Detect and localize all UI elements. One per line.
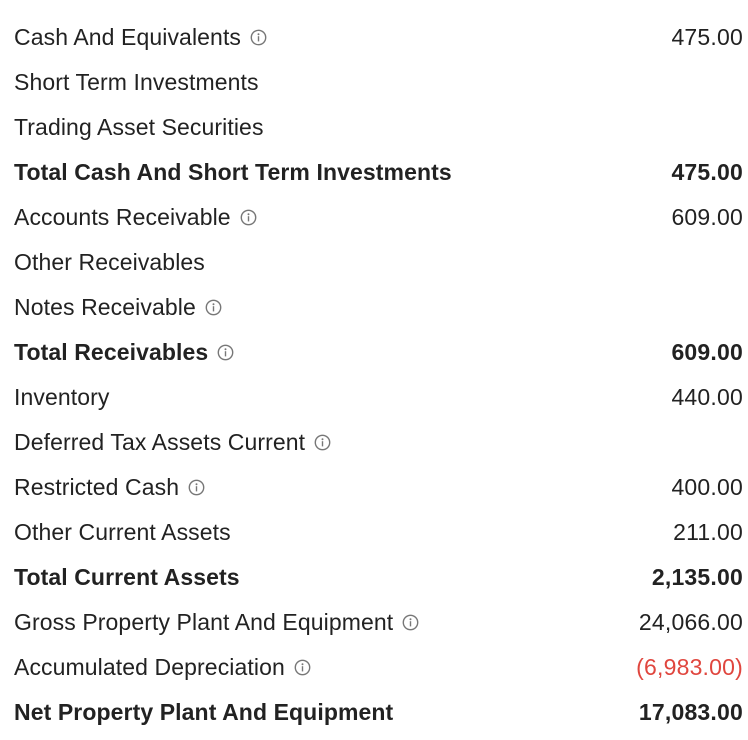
row-label-group: Accumulated Depreciation: [14, 654, 311, 681]
row-label-group: Total Cash And Short Term Investments: [14, 159, 452, 186]
row-label-group: Cash And Equivalents: [14, 24, 267, 51]
row-label: Short Term Investments: [14, 69, 259, 95]
balance-sheet-table: Cash And Equivalents 475.00 Short Term I…: [0, 0, 748, 735]
row-label-group: Other Receivables: [14, 249, 205, 276]
row-restricted-cash: Restricted Cash 400.00: [0, 465, 748, 510]
row-label: Total Receivables: [14, 339, 209, 365]
row-label: Deferred Tax Assets Current: [14, 429, 306, 455]
row-value: 609.00: [671, 204, 743, 230]
row-label: Accounts Receivable: [14, 204, 231, 230]
row-value-negative: (6,983.00): [636, 654, 743, 680]
row-trading-asset-securities: Trading Asset Securities: [0, 105, 748, 150]
info-circle-icon[interactable]: [250, 29, 267, 46]
row-label-group: Inventory: [14, 384, 110, 411]
row-label: Notes Receivable: [14, 294, 196, 320]
row-short-term-investments: Short Term Investments: [0, 60, 748, 105]
info-circle-icon[interactable]: [205, 299, 222, 316]
row-gross-property-plant-and-equipment: Gross Property Plant And Equipment 24,06…: [0, 600, 748, 645]
row-label-group: Other Current Assets: [14, 519, 231, 546]
row-value: 609.00: [671, 339, 743, 365]
info-circle-icon[interactable]: [402, 614, 419, 631]
row-value: 24,066.00: [638, 609, 743, 635]
row-label: Other Current Assets: [14, 519, 231, 545]
info-circle-icon[interactable]: [314, 434, 331, 451]
row-label-group: Total Receivables: [14, 339, 234, 366]
row-value: 475.00: [671, 24, 743, 50]
row-label: Other Receivables: [14, 249, 205, 275]
row-value: 440.00: [671, 384, 743, 410]
row-total-current-assets: Total Current Assets 2,135.00: [0, 555, 748, 600]
info-circle-icon[interactable]: [294, 659, 311, 676]
row-value: 2,135.00: [651, 564, 743, 590]
row-label-group: Trading Asset Securities: [14, 114, 264, 141]
row-label-group: Restricted Cash: [14, 474, 205, 501]
info-circle-icon[interactable]: [240, 209, 257, 226]
row-label: Net Property Plant And Equipment: [14, 699, 394, 725]
row-inventory: Inventory 440.00: [0, 375, 748, 420]
row-label-group: Net Property Plant And Equipment: [14, 699, 393, 726]
row-notes-receivable: Notes Receivable: [0, 285, 748, 330]
row-label: Total Current Assets: [14, 564, 240, 590]
row-value: 211.00: [673, 519, 743, 545]
row-label: Inventory: [14, 384, 110, 410]
row-label: Accumulated Depreciation: [14, 654, 285, 680]
row-cash-and-equivalents: Cash And Equivalents 475.00: [0, 15, 748, 60]
row-label: Restricted Cash: [14, 474, 180, 500]
row-other-current-assets: Other Current Assets 211.00: [0, 510, 748, 555]
row-label: Trading Asset Securities: [14, 114, 264, 140]
row-label-group: Deferred Tax Assets Current: [14, 429, 331, 456]
row-label-group: Short Term Investments: [14, 69, 259, 96]
row-value: 400.00: [671, 474, 743, 500]
row-label: Total Cash And Short Term Investments: [14, 159, 452, 185]
row-deferred-tax-assets-current: Deferred Tax Assets Current: [0, 420, 748, 465]
row-label: Cash And Equivalents: [14, 24, 242, 50]
row-value: 475.00: [671, 159, 743, 185]
row-net-property-plant-and-equipment: Net Property Plant And Equipment 17,083.…: [0, 690, 748, 735]
row-accumulated-depreciation: Accumulated Depreciation (6,983.00): [0, 645, 748, 690]
row-label-group: Total Current Assets: [14, 564, 240, 591]
row-total-cash-and-short-term-investments: Total Cash And Short Term Investments 47…: [0, 150, 748, 195]
row-label: Gross Property Plant And Equipment: [14, 609, 394, 635]
row-label-group: Gross Property Plant And Equipment: [14, 609, 419, 636]
row-label-group: Accounts Receivable: [14, 204, 257, 231]
info-circle-icon[interactable]: [217, 344, 234, 361]
row-label-group: Notes Receivable: [14, 294, 222, 321]
row-accounts-receivable: Accounts Receivable 609.00: [0, 195, 748, 240]
row-value: 17,083.00: [638, 699, 743, 725]
row-other-receivables: Other Receivables: [0, 240, 748, 285]
row-total-receivables: Total Receivables 609.00: [0, 330, 748, 375]
info-circle-icon[interactable]: [188, 479, 205, 496]
